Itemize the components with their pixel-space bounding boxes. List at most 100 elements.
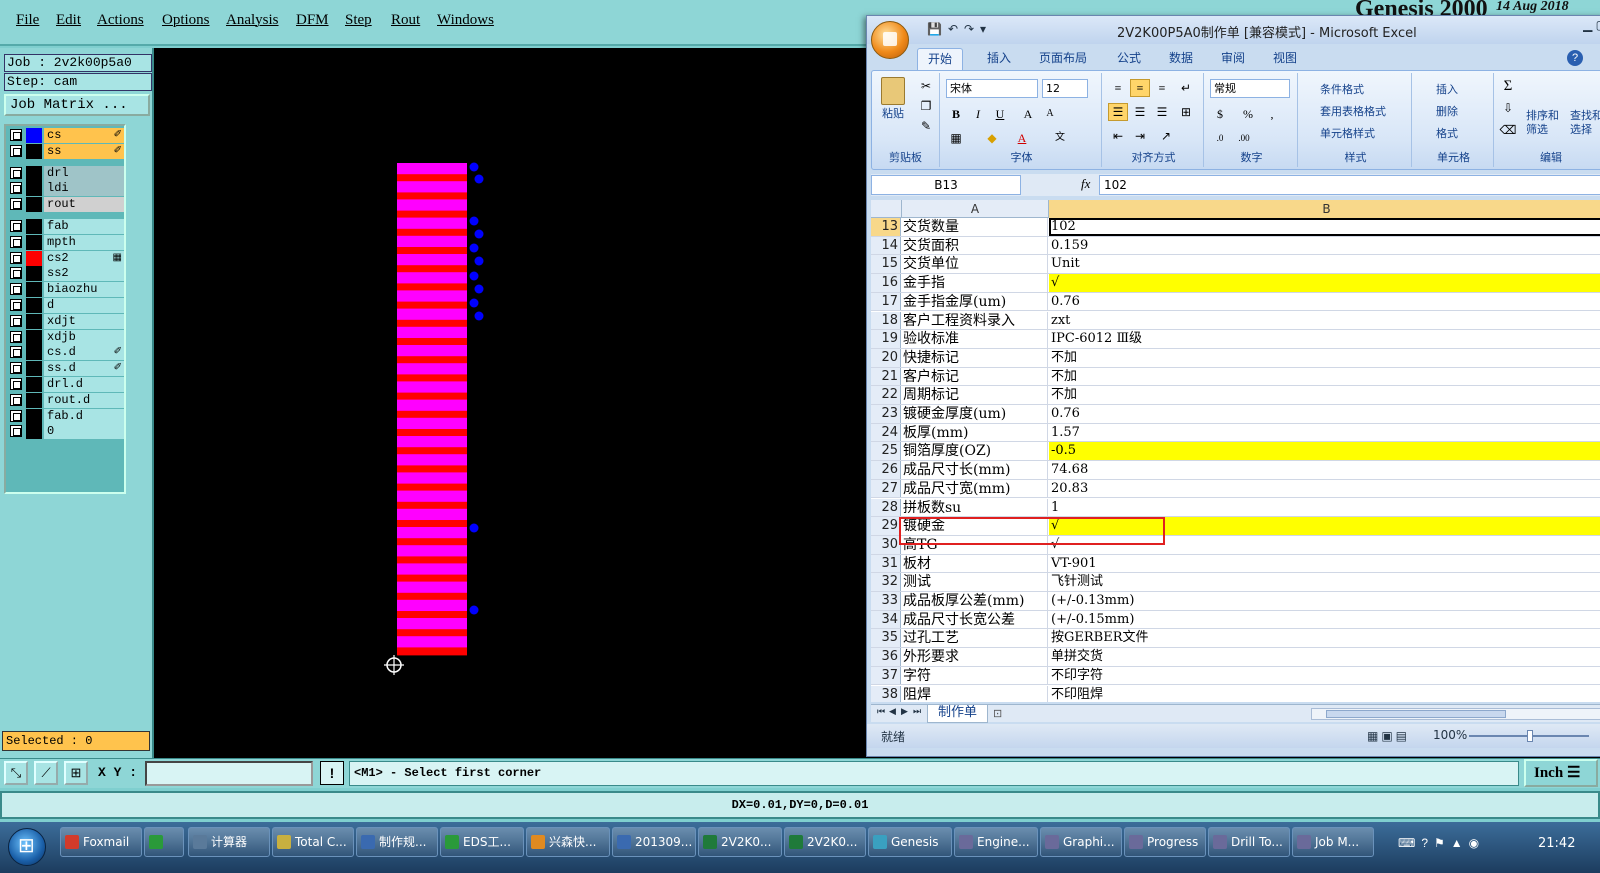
taskbar-item[interactable]: Total C... <box>272 827 354 857</box>
cell-b[interactable]: (+/-0.13mm) <box>1049 592 1600 610</box>
cell-b[interactable]: 1 <box>1049 499 1600 517</box>
layer-checkbox[interactable] <box>10 251 22 264</box>
zoom-slider[interactable] <box>1469 730 1589 742</box>
layer-color-swatch[interactable] <box>26 345 42 361</box>
taskbar-item[interactable]: Drill To... <box>1208 827 1290 857</box>
layer-checkbox[interactable] <box>10 220 22 232</box>
row-number[interactable]: 19 <box>871 330 901 348</box>
taskbar-item[interactable]: Graphi... <box>1040 827 1122 857</box>
cell-b[interactable]: 不加 <box>1049 386 1600 404</box>
layer-row-fab-d[interactable]: fab.d <box>8 408 124 424</box>
cell-b[interactable]: -0.5 <box>1049 442 1600 461</box>
conditional-format-button[interactable]: 条件格式 <box>1320 81 1364 97</box>
layer-row-biaozhu[interactable]: biaozhu <box>8 282 124 298</box>
increase-decimal-icon[interactable]: .0 <box>1210 129 1230 147</box>
view-buttons[interactable]: ▦▣▤ <box>1367 729 1410 743</box>
underline-icon[interactable]: U <box>990 105 1010 123</box>
cell-b[interactable]: 单拼交货 <box>1049 648 1600 666</box>
copy-icon[interactable]: ❐ <box>916 97 936 115</box>
cell-b[interactable]: 按GERBER文件 <box>1049 629 1600 647</box>
row-number[interactable]: 17 <box>871 292 901 311</box>
number-format-select[interactable]: 常规 <box>1210 79 1290 98</box>
autosum-icon[interactable]: Σ <box>1498 77 1518 95</box>
layer-row-xdjt[interactable]: xdjt <box>8 313 124 329</box>
orientation-icon[interactable]: ↗ <box>1156 127 1176 145</box>
layer-checkbox[interactable] <box>10 330 22 343</box>
cell-b[interactable]: 0.76 <box>1049 293 1600 311</box>
cell-b[interactable]: 74.68 <box>1049 461 1600 479</box>
layer-color-swatch[interactable] <box>26 234 42 250</box>
layer-name[interactable]: 0 <box>44 424 124 440</box>
font-name-select[interactable]: 宋体 <box>946 79 1038 98</box>
quick-access-toolbar[interactable]: 💾↶↷▾ <box>927 22 992 36</box>
cell-a[interactable]: 周期标记 <box>902 386 1048 404</box>
cell-a[interactable]: 成品板厚公差(mm) <box>902 592 1048 610</box>
row-number[interactable]: 29 <box>871 517 901 535</box>
layer-name[interactable]: rout.d <box>44 392 124 408</box>
row-number[interactable]: 31 <box>871 554 901 573</box>
layer-name[interactable]: fab <box>44 219 124 234</box>
cell-a[interactable]: 快捷标记 <box>902 348 1048 367</box>
cell-a[interactable]: 外形要求 <box>902 648 1048 666</box>
shrink-font-icon[interactable]: A <box>1040 105 1060 123</box>
layer-row-ss-d[interactable]: ss.d ✐ <box>8 361 124 377</box>
layer-row-cs-d[interactable]: cs.d ✐ <box>8 345 124 361</box>
cell-b[interactable]: Unit <box>1049 255 1600 273</box>
layer-row-0[interactable]: 0 <box>8 424 124 440</box>
layer-checkbox[interactable] <box>10 409 22 422</box>
layer-checkbox[interactable] <box>10 129 22 141</box>
help-icon[interactable]: ? <box>1567 50 1583 66</box>
grid-icon[interactable]: ⊞ <box>64 761 88 785</box>
insert-sheet-icon[interactable]: ⊡ <box>993 707 1002 720</box>
cell-b[interactable]: zxt <box>1049 312 1600 330</box>
decrease-indent-icon[interactable]: ⇤ <box>1108 127 1128 145</box>
borders-icon[interactable]: ▦ <box>946 129 966 147</box>
taskbar-item[interactable]: Foxmail <box>60 827 142 857</box>
layer-name[interactable]: xdjb <box>44 329 124 345</box>
cut-icon[interactable]: ✂ <box>916 77 936 95</box>
layer-color-swatch[interactable] <box>26 266 42 282</box>
layer-name[interactable]: mpth <box>44 234 124 250</box>
table-format-button[interactable]: 套用表格格式 <box>1320 103 1386 119</box>
layer-checkbox[interactable] <box>10 198 22 211</box>
fill-color-icon[interactable]: ◆ <box>982 129 1002 147</box>
layer-row-cs[interactable]: cs ✐ <box>8 128 124 143</box>
layer-row-d[interactable]: d <box>8 298 124 313</box>
row-number[interactable]: 14 <box>871 236 901 255</box>
layer-checkbox[interactable] <box>10 267 22 280</box>
cell-style-button[interactable]: 单元格样式 <box>1320 125 1375 141</box>
office-button[interactable] <box>871 21 909 59</box>
layer-checkbox[interactable] <box>10 182 22 195</box>
cell-b[interactable]: (+/-0.15mm) <box>1049 611 1600 629</box>
taskbar-item[interactable]: 201309... <box>612 827 696 857</box>
tray-icons[interactable]: ⌨?⚑▲◉ <box>1398 836 1485 850</box>
layer-name[interactable]: ss ✐ <box>44 143 124 159</box>
layer-checkbox[interactable] <box>10 283 22 296</box>
tab-view[interactable]: 视图 <box>1263 48 1307 70</box>
taskbar-item[interactable]: Genesis <box>868 827 952 857</box>
taskbar-item[interactable]: 兴森快... <box>526 827 610 857</box>
layer-color-swatch[interactable] <box>26 298 42 313</box>
layer-checkbox[interactable] <box>10 378 22 390</box>
row-number[interactable]: 28 <box>871 498 901 517</box>
cell-a[interactable]: 拼板数su <box>902 498 1048 517</box>
taskbar-item[interactable]: 2V2K0... <box>698 827 782 857</box>
tab-data[interactable]: 数据 <box>1159 48 1203 70</box>
clear-icon[interactable]: ⌫ <box>1498 121 1518 139</box>
taskbar-item[interactable]: EDS工... <box>440 827 524 857</box>
horizontal-scrollbar[interactable] <box>1311 708 1600 720</box>
cell-a[interactable]: 阻焊 <box>902 685 1048 702</box>
cell-b[interactable]: VT-901 <box>1049 555 1600 573</box>
layer-row-rout-d[interactable]: rout.d <box>8 392 124 408</box>
cell-b[interactable]: 102 <box>1049 218 1600 236</box>
select-all-corner[interactable] <box>871 200 902 218</box>
zoom-level[interactable]: 100% <box>1433 728 1467 742</box>
layer-color-swatch[interactable] <box>26 282 42 298</box>
layer-row-fab[interactable]: fab <box>8 219 124 234</box>
cell-a[interactable]: 测试 <box>902 573 1048 591</box>
layer-name[interactable]: cs2 ▦ <box>44 250 124 266</box>
align-left-icon[interactable]: ☰ <box>1108 103 1128 121</box>
bold-icon[interactable]: B <box>946 105 966 123</box>
layer-name[interactable]: cs.d ✐ <box>44 345 124 361</box>
job-matrix-button[interactable]: Job Matrix ... <box>4 94 150 116</box>
